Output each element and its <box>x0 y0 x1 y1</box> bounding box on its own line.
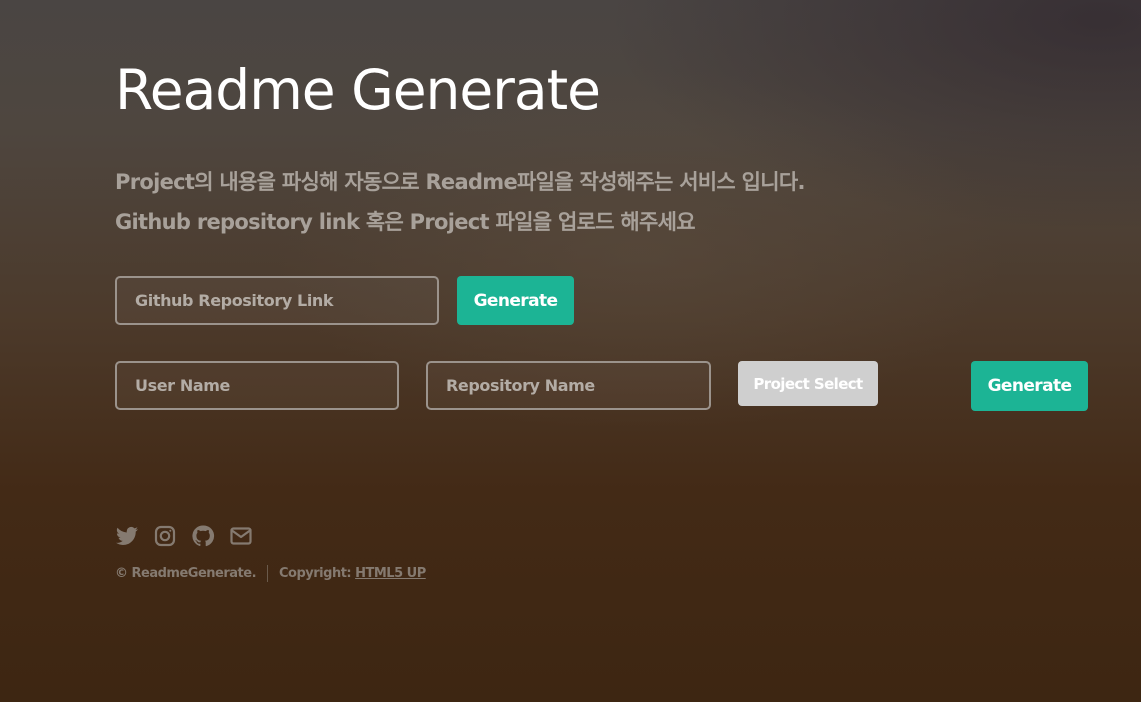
repository-name-input[interactable] <box>426 361 711 410</box>
footer: © ReadmeGenerate. Copyright: HTML5 UP <box>115 565 426 582</box>
user-name-input[interactable] <box>115 361 399 410</box>
github-icon <box>192 525 215 547</box>
instagram-icon <box>154 525 176 547</box>
mail-icon <box>230 527 252 545</box>
instagram-link[interactable] <box>153 524 177 548</box>
github-link[interactable] <box>191 524 215 548</box>
description-line-1: Project의 내용을 파싱해 자동으로 Readme파일을 작성해주는 서비… <box>115 170 805 194</box>
twitter-icon <box>116 526 138 545</box>
generate-from-project-button[interactable]: Generate <box>971 361 1088 411</box>
copyright-text: © ReadmeGenerate. <box>115 566 257 581</box>
footer-divider <box>267 565 269 582</box>
repo-link-input[interactable] <box>115 276 439 325</box>
credit-prefix: Copyright: <box>279 566 352 581</box>
mail-link[interactable] <box>229 524 253 548</box>
social-links <box>115 524 253 548</box>
page-title: Readme Generate <box>115 58 601 122</box>
project-select-button[interactable]: Project Select <box>738 361 878 406</box>
generate-from-link-button[interactable]: Generate <box>457 276 574 325</box>
page-description: Project의 내용을 파싱해 자동으로 Readme파일을 작성해주는 서비… <box>115 162 805 242</box>
html5up-link[interactable]: HTML5 UP <box>355 566 426 581</box>
twitter-link[interactable] <box>115 524 139 548</box>
description-line-2: Github repository link 혹은 Project 파일을 업로… <box>115 210 696 234</box>
